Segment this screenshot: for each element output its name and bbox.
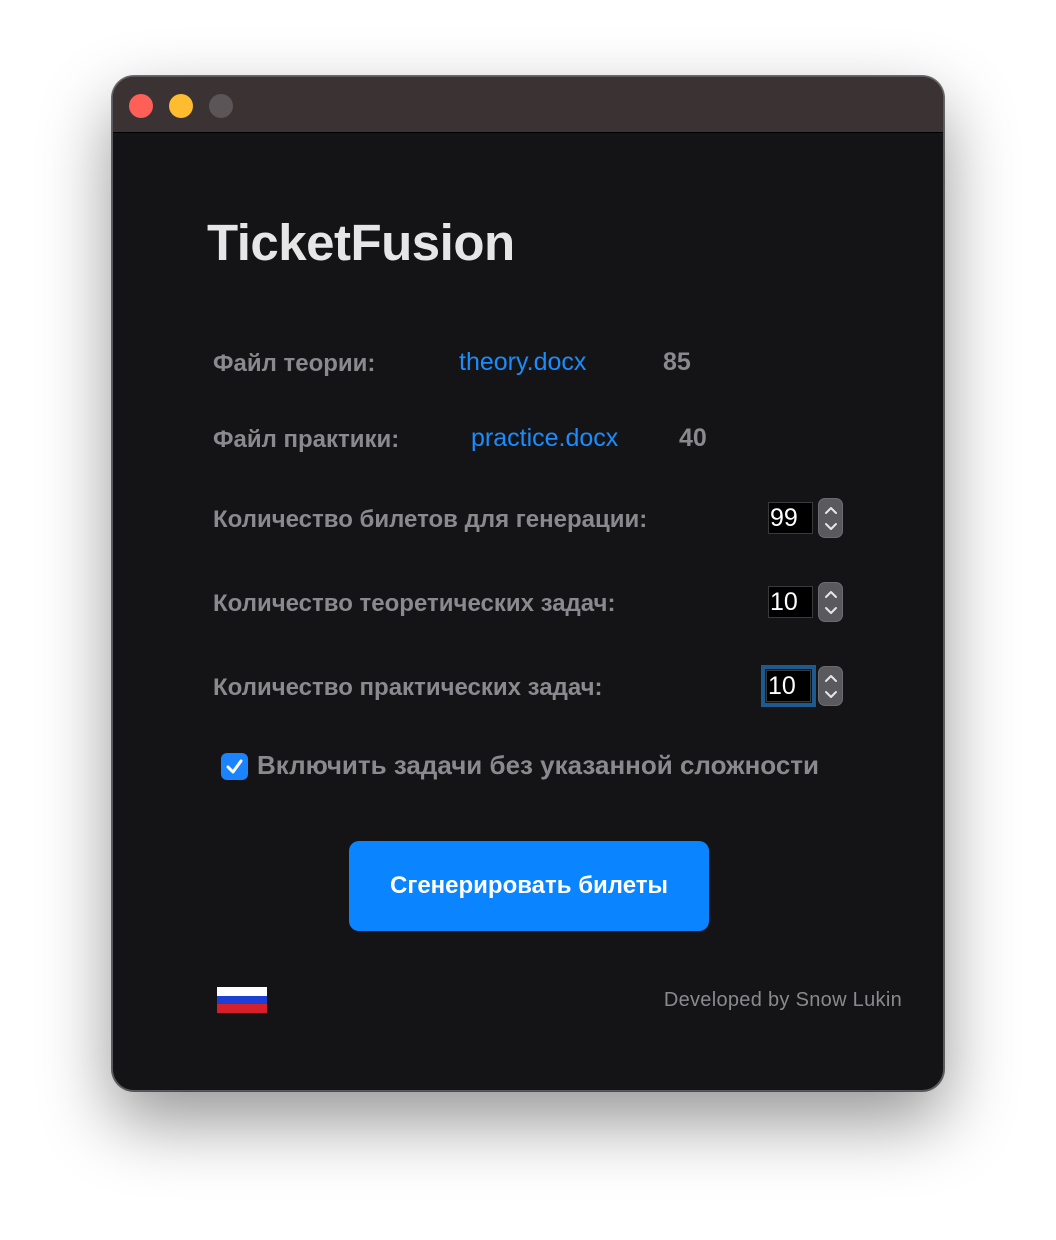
include-unrated-label[interactable]: Включить задачи без указанной сложности: [257, 750, 819, 781]
app-window: TicketFusion Файл теории: theory.docx 85…: [112, 76, 944, 1091]
generate-tickets-button[interactable]: Сгенерировать билеты: [349, 841, 709, 931]
developer-credit: Developed by Snow Lukin: [663, 989, 902, 1011]
chevron-down-icon[interactable]: [824, 522, 838, 532]
practice-tasks-stepper[interactable]: [818, 666, 843, 706]
practice-tasks-label: Количество практических задач:: [213, 674, 603, 701]
tickets-count-stepper[interactable]: [818, 498, 843, 538]
minimize-window-button[interactable]: [169, 94, 193, 118]
include-unrated-checkbox[interactable]: [221, 753, 248, 780]
checkmark-icon: [226, 759, 243, 774]
theory-tasks-label: Количество теоретических задач:: [213, 590, 616, 617]
theory-tasks-input[interactable]: 10: [768, 586, 813, 618]
theory-count: 85: [663, 348, 691, 376]
chevron-up-icon[interactable]: [824, 673, 838, 683]
russia-flag-icon[interactable]: [217, 987, 267, 1013]
theory-file-label: Файл теории:: [213, 350, 376, 377]
chevron-up-icon[interactable]: [824, 589, 838, 599]
theory-file-link[interactable]: theory.docx: [459, 348, 586, 377]
app-title: TicketFusion: [207, 214, 515, 271]
chevron-down-icon[interactable]: [824, 606, 838, 616]
tickets-count-label: Количество билетов для генерации:: [213, 506, 648, 533]
practice-file-link[interactable]: practice.docx: [471, 424, 618, 453]
zoom-window-button[interactable]: [209, 94, 233, 118]
practice-tasks-input[interactable]: 10: [761, 665, 816, 707]
tickets-count-input[interactable]: 99: [768, 502, 813, 534]
chevron-down-icon[interactable]: [824, 690, 838, 700]
chevron-up-icon[interactable]: [824, 505, 838, 515]
practice-count: 40: [679, 424, 707, 452]
close-window-button[interactable]: [129, 94, 153, 118]
title-bar: [113, 77, 943, 133]
theory-tasks-stepper[interactable]: [818, 582, 843, 622]
practice-file-label: Файл практики:: [213, 426, 400, 453]
